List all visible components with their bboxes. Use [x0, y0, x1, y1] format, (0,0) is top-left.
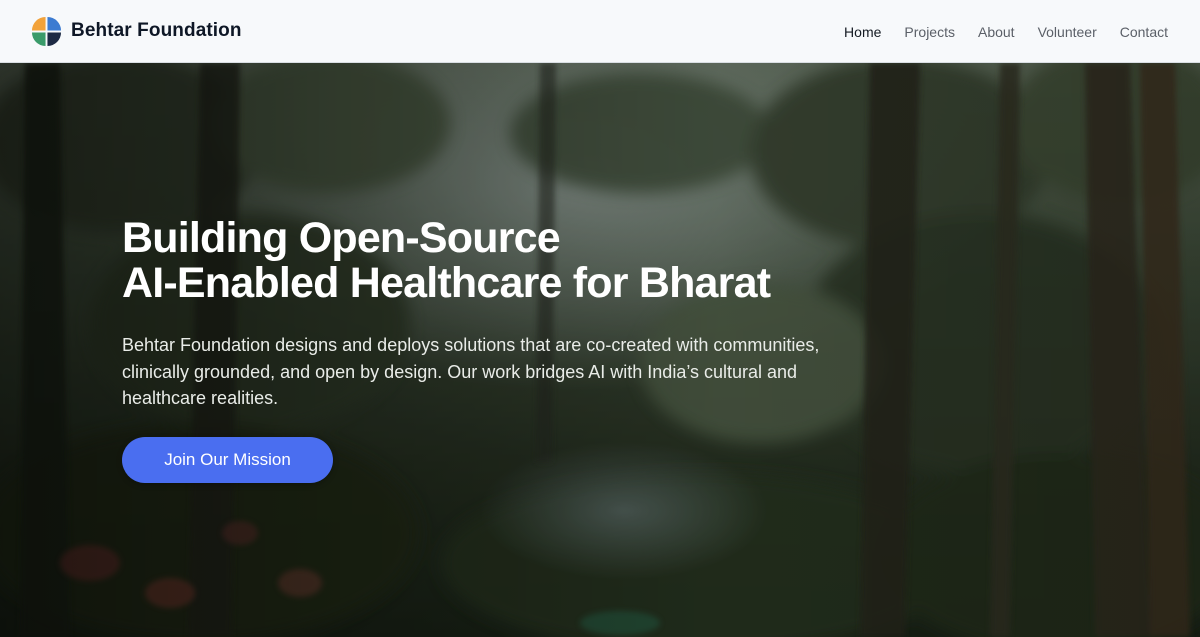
page: Behtar Foundation Home Projects About Vo…: [0, 0, 1200, 637]
hero-section: Building Open-Source AI-Enabled Healthca…: [0, 63, 1200, 637]
hero-content: Building Open-Source AI-Enabled Healthca…: [122, 216, 882, 483]
nav-contact[interactable]: Contact: [1120, 24, 1168, 40]
hero-description: Behtar Foundation designs and deploys so…: [122, 335, 820, 408]
join-our-mission-button[interactable]: Join Our Mission: [122, 436, 333, 483]
brand-link[interactable]: Behtar Foundation: [31, 15, 242, 47]
site-header: Behtar Foundation Home Projects About Vo…: [0, 0, 1200, 63]
nav-about[interactable]: About: [978, 24, 1015, 40]
hero-title-line-1: Building Open-Source: [122, 214, 561, 262]
nav-home[interactable]: Home: [844, 24, 881, 40]
hero-title-line-2: AI-Enabled Healthcare for Bharat: [122, 259, 771, 307]
nav-volunteer[interactable]: Volunteer: [1038, 24, 1097, 40]
brand-name: Behtar Foundation: [71, 20, 242, 41]
quartered-circle-logo-icon: [31, 16, 62, 46]
main-nav: Home Projects About Volunteer Contact: [821, 0, 1168, 63]
hero-title: Building Open-Source AI-Enabled Healthca…: [122, 216, 882, 306]
nav-projects[interactable]: Projects: [904, 24, 955, 40]
